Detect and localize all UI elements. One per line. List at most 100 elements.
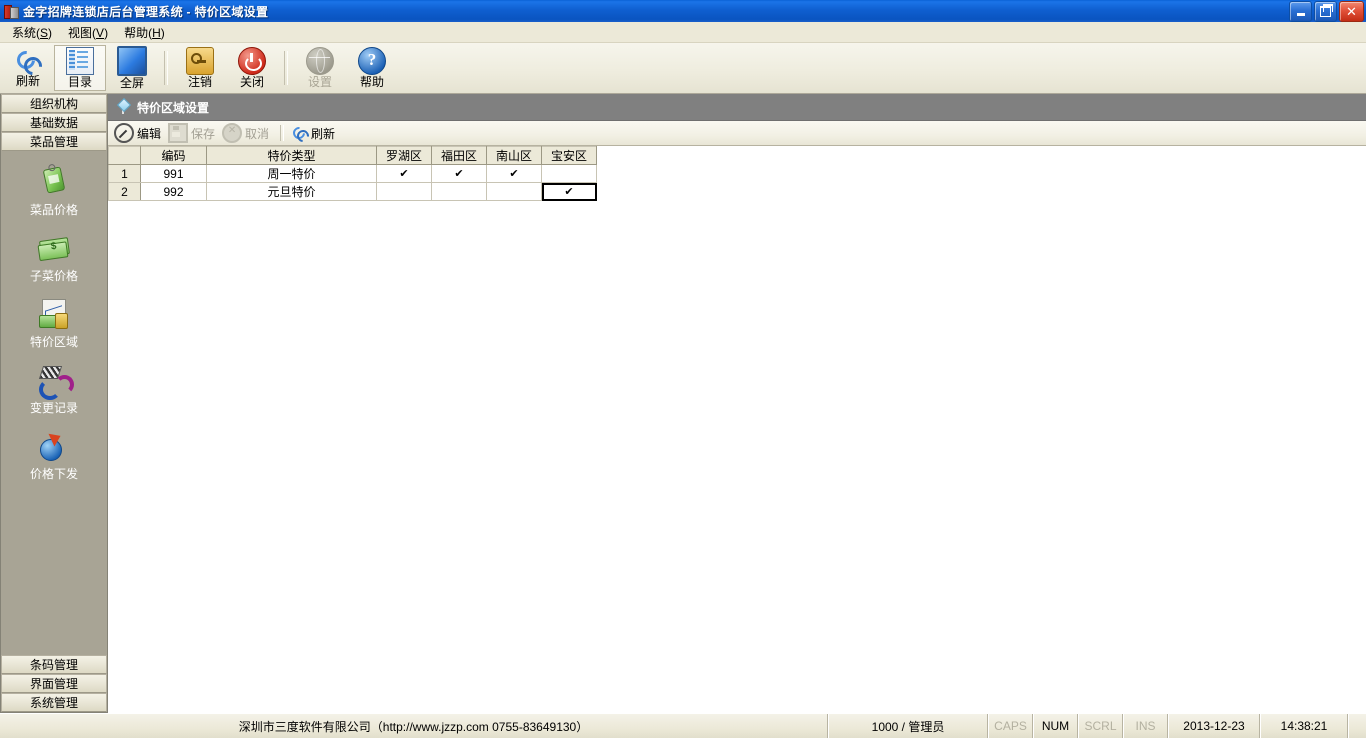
status-date: 2013-12-23 — [1168, 714, 1260, 738]
catalog-icon — [66, 47, 94, 75]
window-controls: ✕ — [1289, 1, 1364, 22]
cell-nanshan[interactable] — [486, 182, 542, 201]
cancel-button: ✕ 取消 — [220, 123, 274, 143]
table-row[interactable]: 2 992 元旦特价 ✔ — [108, 182, 597, 201]
menu-item-system[interactable]: 系统(S) — [4, 22, 60, 43]
close-button[interactable]: ✕ — [1339, 1, 1364, 22]
grid-header-row: 编码 特价类型 罗湖区 福田区 南山区 宝安区 — [108, 146, 597, 165]
save-button: 保存 — [166, 123, 220, 143]
check-mark: ✔ — [399, 168, 409, 180]
toolbar-label-catalog: 目录 — [67, 75, 92, 89]
grid-header-code[interactable]: 编码 — [140, 146, 207, 165]
price-tag-icon — [37, 165, 71, 199]
close-icon: ✕ — [1346, 4, 1357, 19]
menu-label-help: 帮助 — [124, 25, 149, 40]
sidebar-item-dish-price[interactable]: 菜品价格 — [1, 165, 107, 217]
sidebar-item-change-log[interactable]: 变更记录 — [1, 363, 107, 415]
sidebar-items: 菜品价格 子菜价格 特价区域 变更记录 — [1, 151, 107, 655]
status-bar: 深圳市三度软件有限公司（http://www.jzzp.com 0755-836… — [0, 713, 1366, 738]
toolbar-button-help[interactable]: ? 帮助 — [346, 45, 398, 91]
toolbar-button-logout[interactable]: 注销 — [174, 45, 226, 91]
row-number[interactable]: 1 — [108, 164, 141, 183]
status-num: NUM — [1033, 714, 1078, 738]
cell-baoan-focused[interactable]: ✔ — [541, 182, 597, 201]
sidebar-item-sub-dish-price[interactable]: 子菜价格 — [1, 231, 107, 283]
refresh-button-label: 刷新 — [311, 126, 336, 141]
cancel-icon: ✕ — [222, 123, 243, 143]
sidebar-section-label-system-management: 系统管理 — [29, 696, 78, 710]
menu-accel-view: V — [96, 25, 105, 40]
grid-header-nanshan[interactable]: 南山区 — [486, 146, 542, 165]
sidebar-section-organization[interactable]: 组织机构 — [1, 94, 107, 113]
toolbar-label-logout: 注销 — [187, 75, 212, 89]
cell-luohu[interactable] — [376, 182, 432, 201]
menu-accel-system: S — [40, 25, 49, 40]
maximize-restore-button[interactable] — [1314, 1, 1337, 22]
cell-luohu[interactable]: ✔ — [376, 164, 432, 183]
cell-code[interactable]: 991 — [140, 164, 207, 183]
status-company: 深圳市三度软件有限公司（http://www.jzzp.com 0755-836… — [0, 714, 828, 738]
status-scrl: SCRL — [1078, 714, 1123, 738]
sidebar-section-label-barcode-management: 条码管理 — [29, 658, 78, 672]
save-icon — [168, 123, 189, 143]
cell-nanshan[interactable]: ✔ — [486, 164, 542, 183]
status-resize-grip[interactable] — [1348, 714, 1366, 738]
status-caps: CAPS — [988, 714, 1033, 738]
menu-item-help[interactable]: 帮助(H) — [116, 22, 173, 43]
minimize-button[interactable] — [1289, 1, 1312, 22]
grid-header-futian[interactable]: 福田区 — [431, 146, 487, 165]
toolbar-button-catalog[interactable]: 目录 — [54, 45, 106, 91]
toolbar-button-close[interactable]: 关闭 — [226, 45, 278, 91]
check-mark: ✔ — [564, 186, 574, 198]
cell-futian[interactable]: ✔ — [431, 164, 487, 183]
sidebar-item-price-publish[interactable]: 价格下发 — [1, 429, 107, 481]
globe-settings-icon — [306, 47, 334, 75]
status-ins: INS — [1123, 714, 1168, 738]
content-panel: 特价区域设置 编辑 保存 ✕ 取消 刷新 编码 特价类型 罗湖区 福田区 南山区… — [108, 94, 1366, 713]
change-arrows-icon — [37, 363, 74, 400]
toolbar-button-refresh[interactable]: 刷新 — [2, 45, 54, 91]
cell-code[interactable]: 992 — [140, 182, 207, 201]
refresh-button[interactable]: 刷新 — [290, 123, 340, 143]
grid-header-baoan[interactable]: 宝安区 — [541, 146, 597, 165]
sidebar-section-dish-management[interactable]: 菜品管理 — [1, 132, 107, 151]
menu-item-view[interactable]: 视图(V) — [60, 22, 116, 43]
grid-header-rownum[interactable] — [108, 146, 141, 165]
sidebar-section-ui-management[interactable]: 界面管理 — [1, 674, 107, 693]
cell-type[interactable]: 元旦特价 — [206, 182, 377, 201]
sidebar-section-label-dish-management: 菜品管理 — [29, 135, 78, 149]
status-time: 14:38:21 — [1260, 714, 1348, 738]
grid-header-type[interactable]: 特价类型 — [206, 146, 377, 165]
row-number[interactable]: 2 — [108, 182, 141, 201]
panel-action-bar: 编辑 保存 ✕ 取消 刷新 — [108, 121, 1366, 146]
edit-button[interactable]: 编辑 — [112, 123, 166, 143]
sidebar-item-special-area[interactable]: 特价区域 — [1, 297, 107, 349]
sidebar: 组织机构 基础数据 菜品管理 菜品价格 子菜价格 — [0, 94, 108, 713]
toolbar-button-fullscreen[interactable]: 全屏 — [106, 45, 158, 91]
cancel-button-label: 取消 — [245, 126, 270, 141]
sidebar-item-label-dish-price: 菜品价格 — [29, 203, 78, 217]
toolbar-separator-1 — [164, 51, 168, 85]
toolbar-button-settings: 设置 — [294, 45, 346, 91]
cell-futian[interactable] — [431, 182, 487, 201]
check-mark: ✔ — [454, 168, 464, 180]
edit-icon — [114, 123, 134, 143]
sidebar-section-basic-data[interactable]: 基础数据 — [1, 113, 107, 132]
sidebar-section-label-organization: 组织机构 — [29, 97, 78, 111]
sidebar-item-label-price-publish: 价格下发 — [29, 467, 78, 481]
table-row[interactable]: 1 991 周一特价 ✔ ✔ ✔ — [108, 164, 597, 183]
sidebar-section-barcode-management[interactable]: 条码管理 — [1, 655, 107, 674]
money-icon — [37, 231, 71, 265]
toolbar-separator-2 — [284, 51, 288, 85]
price-publish-icon — [37, 429, 71, 463]
data-grid-container[interactable]: 编码 特价类型 罗湖区 福田区 南山区 宝安区 1 991 周一特价 ✔ ✔ ✔… — [108, 146, 1366, 713]
menu-label-system: 系统 — [12, 25, 37, 40]
cell-type[interactable]: 周一特价 — [206, 164, 377, 183]
action-separator — [280, 125, 285, 141]
title-bar: 金字招牌连锁店后台管理系统 - 特价区域设置 ✕ — [0, 0, 1366, 22]
help-question-icon: ? — [358, 47, 386, 75]
sidebar-section-system-management[interactable]: 系统管理 — [1, 693, 107, 712]
grid-header-luohu[interactable]: 罗湖区 — [376, 146, 432, 165]
sidebar-item-label-change-log: 变更记录 — [29, 401, 78, 415]
cell-baoan[interactable] — [541, 164, 597, 183]
